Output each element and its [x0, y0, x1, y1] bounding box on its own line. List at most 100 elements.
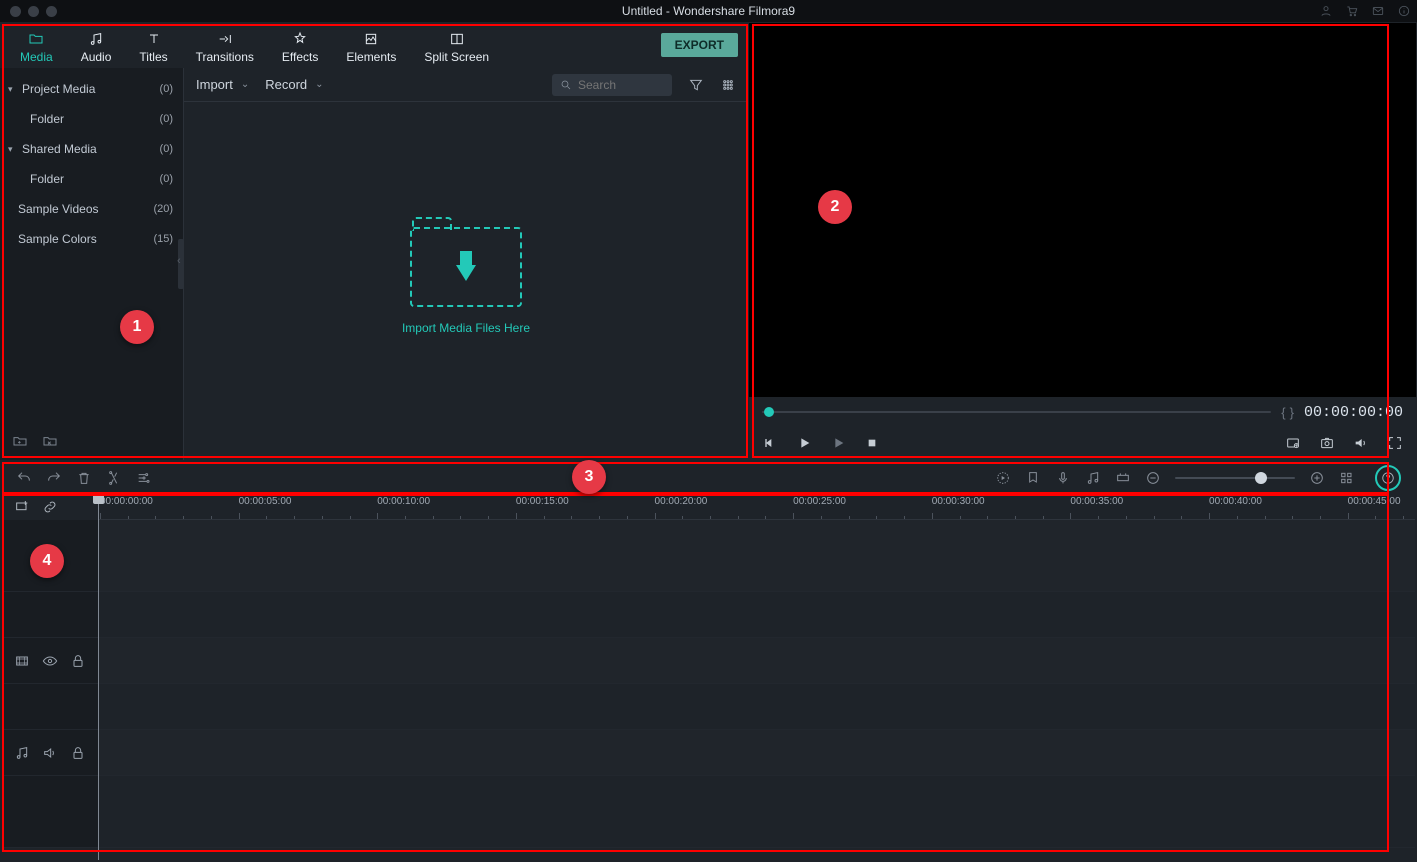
tab-media[interactable]: Media [6, 26, 67, 68]
library-tabs: Media Audio Titles Transitions [0, 22, 748, 68]
stop-icon[interactable] [864, 435, 880, 451]
sidebar-item-sample-videos[interactable]: Sample Videos (20) [0, 194, 183, 224]
tab-transitions[interactable]: Transitions [182, 26, 268, 68]
visibility-icon[interactable] [42, 653, 58, 669]
volume-icon[interactable] [1353, 435, 1369, 451]
search-field[interactable] [576, 77, 664, 93]
search-icon [560, 79, 572, 91]
ruler-tick-label: 00:00:35:00 [1070, 496, 1123, 507]
video-track-header[interactable] [2, 638, 98, 684]
cart-icon[interactable] [1345, 4, 1359, 18]
ruler-tick-label: 00:00:00:00 [100, 496, 153, 507]
account-icon[interactable] [1319, 4, 1333, 18]
media-drop-zone[interactable]: Import Media Files Here [184, 102, 748, 460]
track-header-empty2[interactable] [2, 592, 98, 638]
tab-split-screen[interactable]: Split Screen [410, 26, 503, 68]
sidebar-item-shared-media[interactable]: ▾ Shared Media (0) [0, 134, 183, 164]
search-input[interactable] [552, 74, 672, 96]
sidebar-item-sample-colors[interactable]: Sample Colors (15) [0, 224, 183, 254]
timeline-playhead[interactable] [98, 494, 99, 860]
redo-icon[interactable] [46, 470, 62, 486]
tab-audio[interactable]: Audio [67, 26, 126, 68]
help-button[interactable] [1375, 465, 1401, 491]
track-header-empty[interactable] [2, 520, 98, 592]
lock-icon[interactable] [70, 653, 86, 669]
info-icon[interactable] [1397, 4, 1411, 18]
library-sidebar: ▾ Project Media (0) Folder (0) ▾ Shared … [0, 68, 184, 460]
chevron-down-icon: ⌄ [241, 79, 249, 90]
play-icon[interactable] [796, 435, 812, 451]
quality-icon[interactable] [1285, 435, 1301, 451]
track-lane[interactable] [98, 730, 1415, 776]
titlebar-actions [1319, 4, 1411, 18]
import-dropdown[interactable]: Import ⌄ [196, 77, 249, 92]
mute-icon[interactable] [42, 745, 58, 761]
preview-timecode: 00:00:00:00 [1304, 404, 1403, 421]
tab-label: Elements [346, 50, 396, 64]
preview-scrubber[interactable]: {} 00:00:00:00 [748, 398, 1417, 426]
track-header-gap[interactable] [2, 684, 98, 730]
render-preview-icon[interactable] [995, 470, 1011, 486]
audio-mixer-icon[interactable] [1085, 470, 1101, 486]
dropdown-label: Record [265, 77, 307, 92]
ruler-tick-label: 00:00:30:00 [932, 496, 985, 507]
tab-titles[interactable]: Titles [125, 26, 181, 68]
track-lane[interactable] [98, 684, 1415, 730]
zoom-in-icon[interactable] [1309, 470, 1325, 486]
track-manager-icon[interactable] [1339, 470, 1355, 486]
mail-icon[interactable] [1371, 4, 1385, 18]
preview-markers[interactable]: {} [1281, 405, 1294, 420]
window-title: Untitled - Wondershare Filmora9 [0, 4, 1417, 18]
tab-elements[interactable]: Elements [332, 26, 410, 68]
grid-view-icon[interactable] [720, 77, 736, 93]
track-header-empty3[interactable] [2, 776, 98, 848]
ruler-tick-label: 00:00:05:00 [239, 496, 292, 507]
sidebar-item-project-folder[interactable]: Folder (0) [0, 104, 183, 134]
sidebar-collapse-handle[interactable] [178, 239, 184, 289]
tab-label: Effects [282, 50, 318, 64]
prev-frame-icon[interactable] [762, 435, 778, 451]
track-lane[interactable] [98, 638, 1415, 684]
lock-icon[interactable] [70, 745, 86, 761]
track-lane[interactable] [98, 776, 1415, 848]
sidebar-item-label: Project Media [22, 82, 95, 96]
fit-timeline-icon[interactable] [1115, 470, 1131, 486]
track-lane[interactable] [98, 520, 1415, 592]
ruler-tick-label: 00:00:25:00 [793, 496, 846, 507]
snapshot-icon[interactable] [1319, 435, 1335, 451]
dropdown-label: Import [196, 77, 233, 92]
effects-icon [291, 30, 309, 48]
timeline-header-tools [2, 494, 98, 520]
library-panel: Media Audio Titles Transitions [0, 22, 748, 460]
filter-icon[interactable] [688, 77, 704, 93]
preview-video[interactable] [749, 23, 1416, 397]
adjust-icon[interactable] [136, 470, 152, 486]
next-frame-icon[interactable] [830, 435, 846, 451]
link-icon[interactable] [42, 499, 58, 515]
marker-icon[interactable] [1025, 470, 1041, 486]
track-lane[interactable] [98, 592, 1415, 638]
sidebar-item-project-media[interactable]: ▾ Project Media (0) [0, 74, 183, 104]
drop-label: Import Media Files Here [402, 321, 530, 335]
export-button[interactable]: EXPORT [661, 33, 738, 57]
voiceover-icon[interactable] [1055, 470, 1071, 486]
scrub-knob[interactable] [764, 407, 774, 417]
add-folder-icon[interactable] [12, 433, 28, 449]
split-icon[interactable] [106, 470, 122, 486]
scrub-track[interactable] [762, 411, 1271, 413]
delete-folder-icon[interactable] [42, 433, 58, 449]
zoom-knob[interactable] [1255, 472, 1267, 484]
video-track-icon [14, 653, 30, 669]
tab-effects[interactable]: Effects [268, 26, 332, 68]
zoom-slider[interactable] [1175, 477, 1295, 479]
zoom-out-icon[interactable] [1145, 470, 1161, 486]
record-dropdown[interactable]: Record ⌄ [265, 77, 323, 92]
undo-icon[interactable] [16, 470, 32, 486]
fullscreen-icon[interactable] [1387, 435, 1403, 451]
timeline-ruler[interactable]: 00:00:00:0000:00:05:0000:00:10:0000:00:1… [98, 494, 1415, 520]
timeline-toolbar [2, 463, 1415, 493]
delete-icon[interactable] [76, 470, 92, 486]
add-track-icon[interactable] [14, 499, 30, 515]
sidebar-item-shared-folder[interactable]: Folder (0) [0, 164, 183, 194]
audio-track-header[interactable] [2, 730, 98, 776]
